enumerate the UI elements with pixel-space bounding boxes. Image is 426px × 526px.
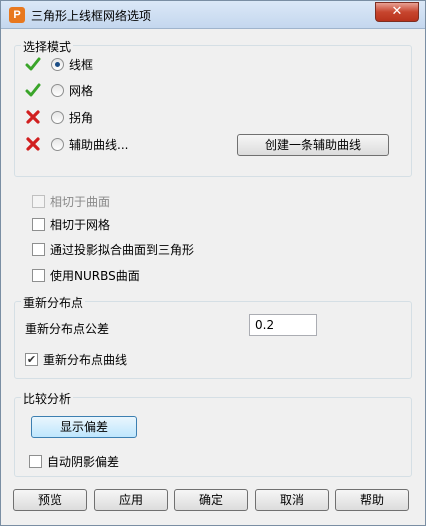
checkbox-projection-fit[interactable]: 通过投影拟合曲面到三角形 <box>32 240 194 258</box>
checkbox-box[interactable]: ✔ <box>25 352 38 366</box>
checkbox-label: 相切于曲面 <box>50 194 111 209</box>
mode-option-aux-curve[interactable]: 辅助曲线... <box>25 135 128 153</box>
mode-option-label: 网格 <box>69 83 94 98</box>
radio-corner[interactable] <box>51 110 64 124</box>
close-button[interactable]: ✕ <box>375 2 419 22</box>
green-check-icon <box>25 57 41 71</box>
create-aux-curve-button[interactable]: 创建一条辅助曲线 <box>237 134 389 156</box>
help-button[interactable]: 帮助 <box>335 489 409 511</box>
window-title: 三角形上线框网络选项 <box>31 9 152 23</box>
mode-option-wireframe[interactable]: 线框 <box>25 55 93 73</box>
mode-option-corner[interactable]: 拐角 <box>25 108 93 126</box>
checkbox-label: 使用NURBS曲面 <box>50 268 140 283</box>
checkbox-nurbs[interactable]: 使用NURBS曲面 <box>32 266 140 284</box>
red-cross-icon <box>26 110 40 124</box>
green-check-icon <box>25 83 41 97</box>
checkbox-label: 重新分布点曲线 <box>43 352 128 367</box>
checkbox-auto-shade[interactable]: 自动阴影偏差 <box>29 452 119 470</box>
show-deviation-button[interactable]: 显示偏差 <box>31 416 137 438</box>
preview-button[interactable]: 预览 <box>13 489 87 511</box>
red-cross-icon <box>26 137 40 151</box>
checkbox-tangent-surface[interactable]: 相切于曲面 <box>32 192 110 210</box>
tolerance-label: 重新分布点公差 <box>25 322 110 336</box>
tolerance-input[interactable]: 0.2 <box>249 314 317 336</box>
cancel-button[interactable]: 取消 <box>255 489 329 511</box>
checkbox-box[interactable] <box>32 242 45 256</box>
checkbox-box[interactable] <box>29 454 42 468</box>
checkbox-redistribute-curve[interactable]: ✔ 重新分布点曲线 <box>25 350 127 368</box>
mode-option-label: 线框 <box>69 57 94 72</box>
mode-option-mesh[interactable]: 网格 <box>25 81 93 99</box>
app-icon: P <box>9 7 25 23</box>
title-bar[interactable]: P 三角形上线框网络选项 ✕ <box>1 1 425 29</box>
radio-wireframe[interactable] <box>51 57 64 71</box>
checkbox-tangent-mesh[interactable]: 相切于网格 <box>32 215 110 233</box>
checkbox-box[interactable] <box>32 217 45 231</box>
mode-option-label: 拐角 <box>69 110 94 125</box>
compare-group-title: 比较分析 <box>21 390 74 407</box>
checkbox-box[interactable] <box>32 194 45 208</box>
redistribute-group-title: 重新分布点 <box>21 294 86 311</box>
dialog-window: P 三角形上线框网络选项 ✕ 选择模式 线框 网格 拐角 辅助曲线... 创建一… <box>0 0 426 526</box>
checkbox-label: 相切于网格 <box>50 217 111 232</box>
checkbox-label: 通过投影拟合曲面到三角形 <box>50 242 195 257</box>
close-icon: ✕ <box>391 4 403 19</box>
mode-group-title: 选择模式 <box>21 38 74 55</box>
radio-mesh[interactable] <box>51 83 64 97</box>
apply-button[interactable]: 应用 <box>94 489 168 511</box>
radio-aux-curve[interactable] <box>51 137 64 151</box>
ok-button[interactable]: 确定 <box>174 489 248 511</box>
mode-option-label: 辅助曲线... <box>69 137 129 152</box>
checkbox-label: 自动阴影偏差 <box>47 454 120 469</box>
checkbox-box[interactable] <box>32 268 45 282</box>
